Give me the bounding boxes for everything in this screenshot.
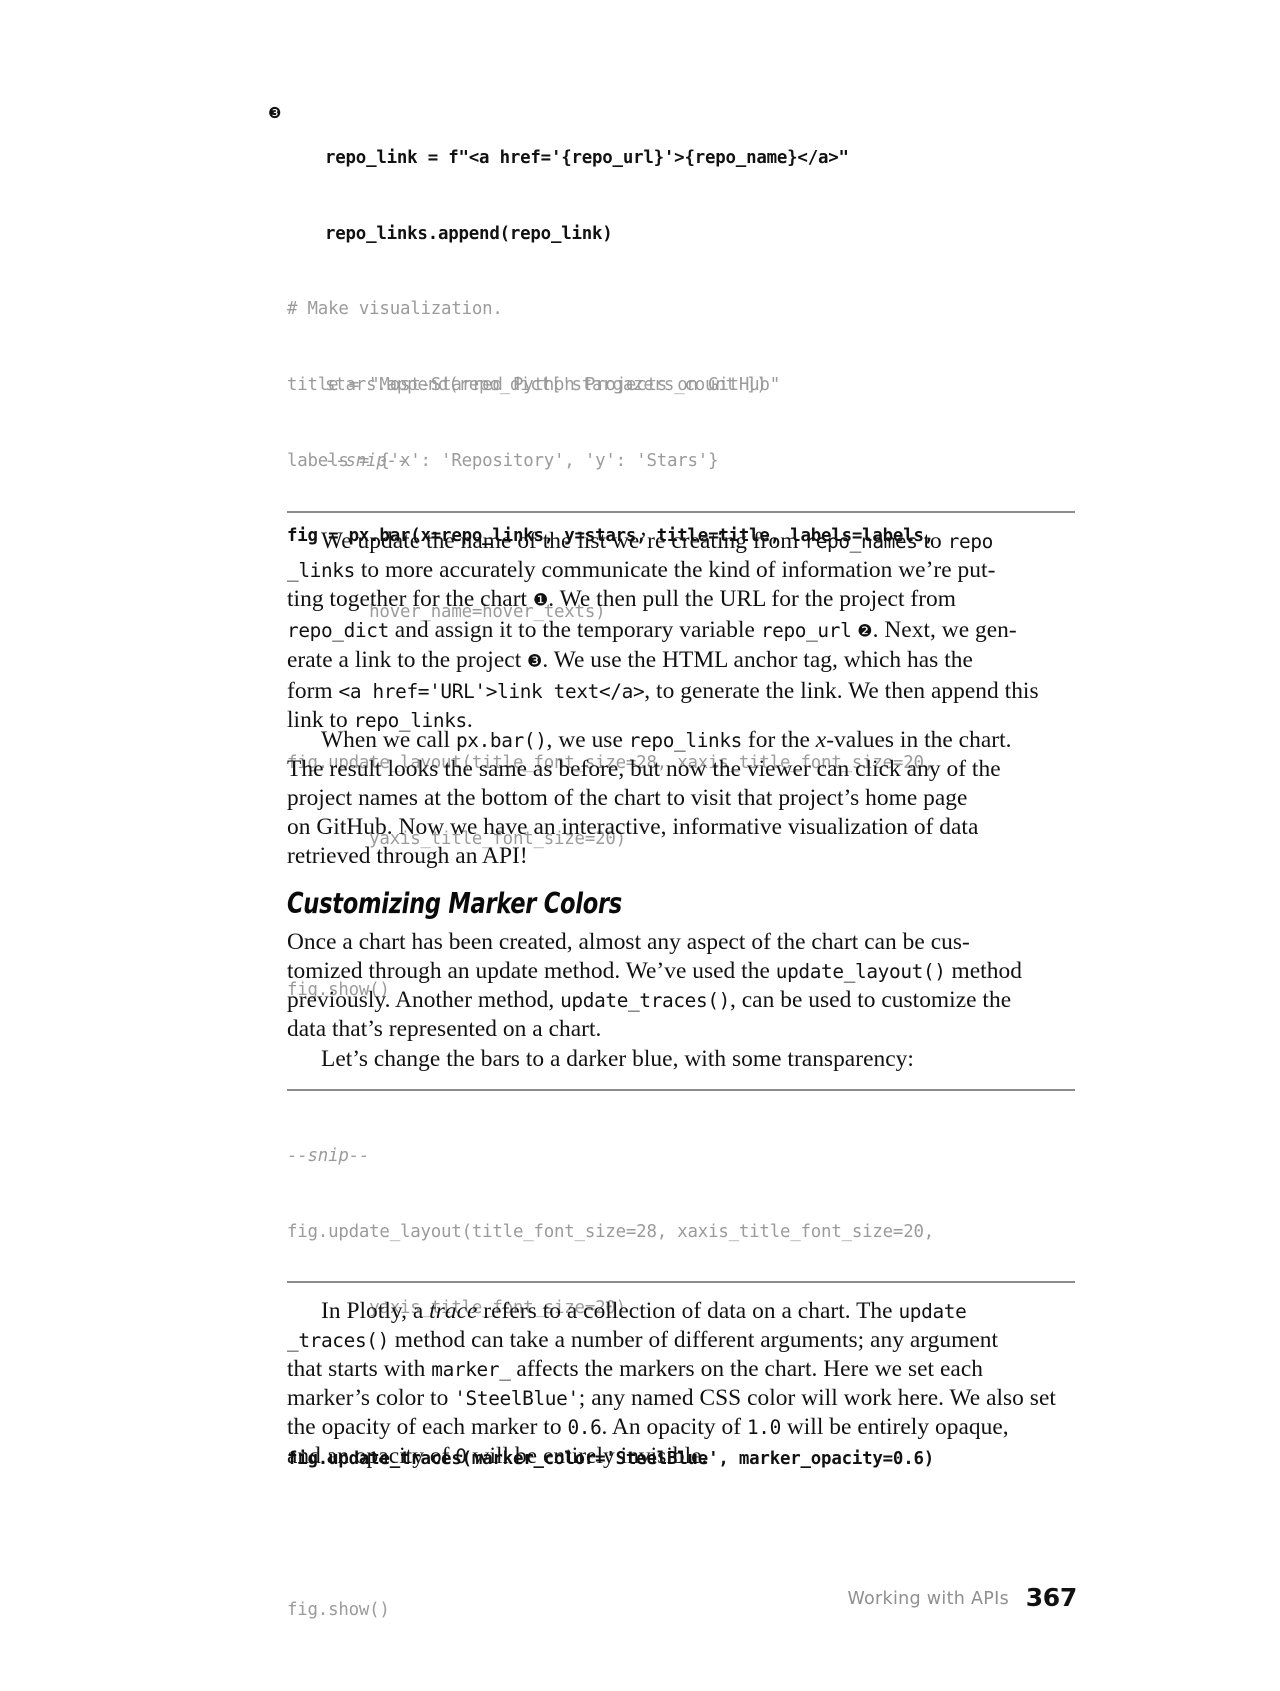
code-run: px.bar() [455, 729, 547, 752]
text-run: In Plotly, a [321, 1298, 430, 1324]
text-run: and an opacity of [287, 1443, 456, 1469]
text-run: to more accurately communicate the kind … [354, 557, 996, 583]
text-run: ; any named CSS color will work here. We… [578, 1385, 1056, 1411]
text-run: The result looks the same as before, but… [287, 756, 1001, 782]
text-run: will be entirely opaque, [780, 1414, 1009, 1440]
code-run: repo_dict [287, 618, 389, 642]
code-line: # Make visualization. [287, 299, 503, 320]
code-line: fig.update_layout(title_font_size=28, xa… [287, 1222, 935, 1243]
paragraph-two: When we call px.bar(), we use repo_links… [287, 726, 1077, 871]
text-run: affects the markers on the chart. Here w… [510, 1356, 983, 1382]
text-run: method can take a number of different ar… [388, 1327, 999, 1353]
code-run: update_traces() [560, 989, 730, 1012]
code-line-snip: --snip-- [287, 1146, 370, 1167]
text-run: form [287, 677, 339, 704]
paragraph-five: In Plotly, a trace refers to a collectio… [287, 1297, 1077, 1471]
page-footer: Working with APIs 367 [287, 1583, 1077, 1617]
italic-run: trace [429, 1298, 478, 1324]
code-line: repo_link = f"<a href='{repo_url}'>{repo… [325, 148, 849, 169]
text-run: refers to a collection of data on a char… [477, 1298, 899, 1324]
text-run: -values in the chart. [826, 727, 1012, 753]
code-run: update_layout() [775, 960, 946, 983]
text-run: When we call [321, 727, 456, 753]
listing-two-top-rule [287, 1089, 1075, 1091]
code-run: repo_names [804, 530, 918, 553]
text-run: that starts with [287, 1356, 432, 1382]
code-run: <a href='URL'>link text</a> [338, 679, 645, 703]
text-run: ting together for the chart [287, 586, 533, 612]
callout-marker-3: ❸ [268, 104, 282, 122]
code-run: 0.6 [567, 1416, 602, 1439]
code-run: repo_links [628, 729, 743, 752]
text-run: . Next, we gen- [872, 616, 1017, 643]
code-run: 'SteelBlue' [454, 1387, 579, 1410]
text-run: We update the name of the list we’re cre… [321, 528, 805, 554]
text-run: to [917, 528, 948, 554]
text-run: Let’s change the bars to a darker blue, … [321, 1046, 914, 1072]
text-run: project names at the bottom of the chart… [287, 785, 968, 811]
text-run: and assign it to the temporary variable [388, 616, 761, 643]
book-page: ❸ repo_link = f"<a href='{repo_url}'>{re… [0, 0, 1280, 1691]
code-line: repo_links.append(repo_link) [325, 224, 613, 245]
code-run: 0 [455, 1445, 467, 1468]
text-run: Once a chart has been created, almost an… [287, 929, 970, 955]
code-line: title = "Most-Starred Python Projects on… [287, 375, 780, 396]
listing-one-bottom-rule [287, 511, 1075, 513]
page-number: 367 [1025, 1583, 1078, 1612]
code-run: repo [947, 530, 994, 553]
text-run: on GitHub. Now we have an interactive, i… [287, 814, 979, 840]
text-run: . We use the HTML anchor tag, which has … [542, 647, 973, 673]
running-foot-label: Working with APIs [847, 1589, 1009, 1609]
text-run: , to generate the link. We then append t… [644, 677, 1039, 704]
listing-two-bottom-rule [287, 1281, 1075, 1283]
text-run: will be entirely invisible. [466, 1443, 708, 1469]
text-run: previously. Another method, [287, 987, 561, 1013]
text-run: . An opacity of [601, 1414, 747, 1440]
text-run: the opacity of each marker to [287, 1414, 568, 1440]
text-run: , we use [546, 727, 629, 753]
text-run: data that’s represented on a chart. [287, 1016, 602, 1042]
code-run: _links [287, 559, 355, 582]
text-run: tomized through an update method. We’ve … [287, 958, 776, 984]
text-run: method [945, 958, 1022, 984]
text-run: marker’s color to [287, 1385, 455, 1411]
code-run: _traces() [287, 1329, 389, 1352]
section-heading: Customizing Marker Colors [287, 887, 622, 920]
paragraph-one: We update the name of the list we’re cre… [287, 527, 1077, 735]
callout-marker-2: ❷ [857, 621, 873, 641]
code-run: repo_url [760, 618, 852, 642]
code-line: labels = {'x': 'Repository', 'y': 'Stars… [287, 450, 719, 471]
callout-marker-3b: ❸ [527, 651, 543, 672]
paragraph-four: Let’s change the bars to a darker blue, … [287, 1045, 1077, 1074]
callout-marker-1: ❶ [532, 590, 549, 611]
code-run: marker_ [431, 1358, 511, 1381]
text-run: , can be used to customize the [729, 987, 1012, 1013]
text-run: retrieved through an API! [287, 843, 528, 869]
paragraph-three: Once a chart has been created, almost an… [287, 928, 1077, 1044]
text-run: erate a link to the project [287, 647, 528, 673]
code-run: 1.0 [746, 1416, 781, 1439]
text-run: for the [742, 727, 816, 753]
text-run: . We then pull the URL for the project f… [548, 586, 957, 612]
italic-run: x [815, 727, 827, 753]
code-run: update [898, 1300, 967, 1323]
